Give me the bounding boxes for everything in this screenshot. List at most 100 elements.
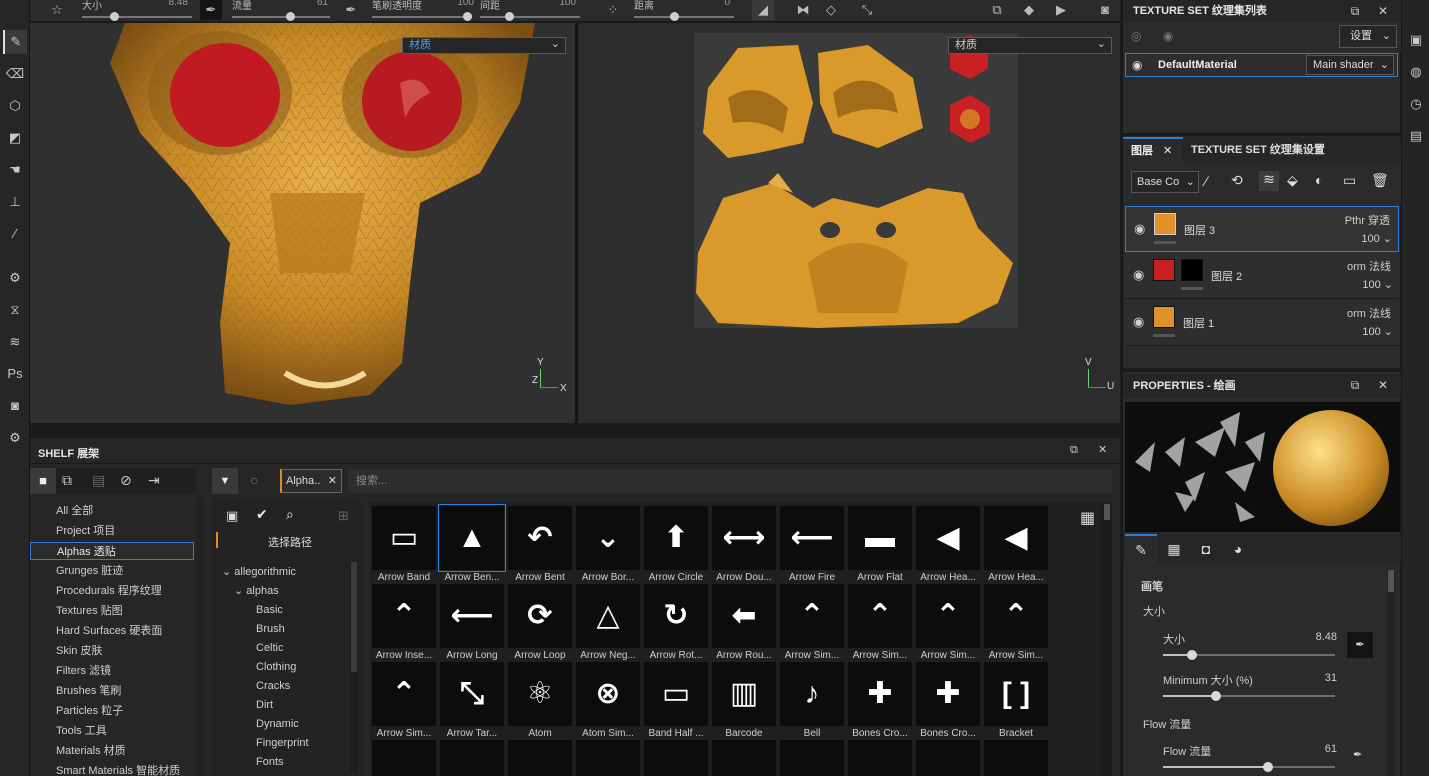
filter-icon[interactable]: ▼ [212,468,238,494]
alpha-tile[interactable]: ⤡ [440,662,504,726]
checkmark-icon[interactable]: ✔ [256,506,268,523]
alpha-tile[interactable]: ⌃ [916,584,980,648]
category-smart-materials[interactable]: Smart Materials 智能材质 [30,762,194,776]
alpha-tile[interactable] [712,740,776,776]
pen-pressure-icon[interactable]: ✒ [1347,632,1373,658]
spacing-slider-knob[interactable] [505,12,514,21]
size-slider-knob[interactable] [1187,650,1198,660]
close-icon[interactable]: ✕ [1373,0,1393,22]
layer-opacity[interactable]: 100 ⌄ [1362,325,1393,338]
alpha-tile[interactable]: ▬ [848,506,912,570]
category-hard-surfaces[interactable]: Hard Surfaces 硬表面 [30,622,194,640]
left-viewport-material-select[interactable]: 材质 ⌄ [402,37,566,54]
alpha-tile[interactable]: ▥ [712,662,776,726]
alpha-tile[interactable]: ▲ [438,504,506,572]
import-icon[interactable]: ⇥ [148,472,160,489]
alpha-tile[interactable]: ⌃ [372,662,436,726]
layer-blend-mode[interactable]: Pthr 穿透 [1345,212,1390,228]
alpha-tile[interactable] [916,740,980,776]
grid-view-icon[interactable]: ▦ [1080,508,1095,528]
category-all[interactable]: All 全部 [30,502,194,520]
eye-icon[interactable]: ◉ [1133,267,1144,283]
tree-item[interactable]: Fingerprint [256,735,309,751]
panel-divider[interactable] [1123,368,1401,372]
layer-row[interactable]: ◉ 图层 3 Pthr 穿透 100 ⌄ [1125,206,1399,252]
layer-opacity[interactable]: 100 ⌄ [1361,232,1392,245]
category-grunges[interactable]: Grunges 脏迹 [30,562,194,580]
alpha-tile[interactable]: ♪ [780,662,844,726]
alpha-tile[interactable] [984,740,1048,776]
photoshop-icon[interactable]: Ps [3,362,27,386]
alpha-tile[interactable]: [ ] [984,662,1048,726]
grid-scrollbar[interactable] [1102,504,1112,776]
history-icon[interactable]: ◷ [1406,94,1426,114]
log-icon[interactable]: ▤ [1406,126,1426,146]
flow-value[interactable]: 61 [288,0,328,8]
flow-slider-knob[interactable] [1262,762,1273,772]
flow-slider-track[interactable] [232,16,330,18]
alpha-tile[interactable]: ⟵ [780,506,844,570]
lazy-mouse-icon[interactable]: ⁘ [602,0,624,20]
alpha-tile[interactable]: ◀ [984,506,1048,570]
eraser-icon[interactable]: ⌫ [3,62,27,86]
tab-stencil-icon[interactable]: ◕ [1223,534,1253,564]
category-particles[interactable]: Particles 粒子 [30,702,194,720]
right-viewport-material-select[interactable]: 材质 ⌄ [948,37,1112,54]
add-effect-icon[interactable]: ⟲ [1231,172,1243,189]
layer-blend-mode[interactable]: orm 法线 [1347,258,1391,274]
select-path-label[interactable]: 选择路径 [268,534,312,550]
eye-disabled-icon[interactable]: ◎ [1131,29,1141,43]
tree-item[interactable]: Dirt [256,697,273,713]
category-brushes[interactable]: Brushes 笔刷 [30,682,194,700]
add-mask-icon[interactable]: ◐ [1315,172,1323,188]
viewport-3d[interactable]: 材质 ⌄ Y Z X [30,23,575,423]
alpha-tile[interactable]: ⟳ [508,584,572,648]
symmetry-icon[interactable]: ◇ [820,0,842,20]
float-panel-icon[interactable]: ⧉ [1345,374,1365,396]
settings-icon[interactable]: ⚙ [3,426,27,450]
alpha-tile[interactable] [644,740,708,776]
alpha-tile[interactable]: ⊗ [576,662,640,726]
stroke-opacity-slider-knob[interactable] [463,12,472,21]
float-panel-icon[interactable]: ⧉ [1345,0,1365,22]
texture-set-row[interactable]: ◉ DefaultMaterial Main shader ⌄ [1125,53,1398,77]
tree-root[interactable]: ⌄ allegorithmic [222,564,296,580]
stroke-opacity-value[interactable]: 100 [434,0,474,8]
layers-stack-icon[interactable]: ≋ [3,330,27,354]
size-slider-knob[interactable] [110,12,119,21]
tab-layers[interactable]: 图层 ✕ [1123,137,1183,163]
alpha-tile[interactable]: ↶ [508,506,572,570]
alpha-tile[interactable]: ⌃ [780,584,844,648]
tree-child[interactable]: ⌄ alphas [234,583,279,599]
layer-opacity[interactable]: 100 ⌄ [1362,278,1393,291]
close-icon[interactable]: ✕ [328,470,337,492]
settings-dropdown[interactable]: 设置 ⌄ [1339,25,1397,48]
close-icon[interactable]: ✕ [1098,443,1107,456]
alpha-tile[interactable]: ⟷ [712,506,776,570]
distance-slider-track[interactable] [634,16,734,18]
distance-value[interactable]: 0 [690,0,730,8]
alpha-tile[interactable] [440,740,504,776]
size-slider-track[interactable] [82,16,192,18]
properties-scrollbar[interactable] [1387,570,1395,776]
eye-icon[interactable]: ◉ [1132,58,1142,72]
alpha-tile[interactable] [848,740,912,776]
category-textures[interactable]: Textures 贴图 [30,602,194,620]
folder-icon[interactable]: ■ [30,468,56,494]
symmetry-star-icon[interactable]: ☆ [46,0,68,20]
tree-item[interactable]: Dynamic [256,716,299,732]
pen-pressure-icon[interactable]: ✒ [340,0,362,20]
add-fill-layer-icon[interactable]: ⬙ [1287,172,1298,189]
alpha-tile[interactable] [780,740,844,776]
eye-outline-icon[interactable]: ◉ [1163,29,1173,43]
polygon-fill-icon[interactable]: ◩ [3,126,27,150]
category-tools[interactable]: Tools 工具 [30,722,194,740]
projection-icon[interactable]: ⬡ [3,94,27,118]
category-filters[interactable]: Filters 滤镜 [30,662,194,680]
layer-row[interactable]: ◉ 图层 2 orm 法线 100 ⌄ [1125,253,1399,299]
add-layer-icon[interactable]: ≋ [1259,171,1279,191]
alpha-tile[interactable]: ⌄ [576,506,640,570]
texture-set-settings-icon[interactable]: ▣ [1406,30,1426,50]
size-value[interactable]: 8.48 [148,0,188,8]
close-icon[interactable]: ✕ [1373,374,1393,396]
